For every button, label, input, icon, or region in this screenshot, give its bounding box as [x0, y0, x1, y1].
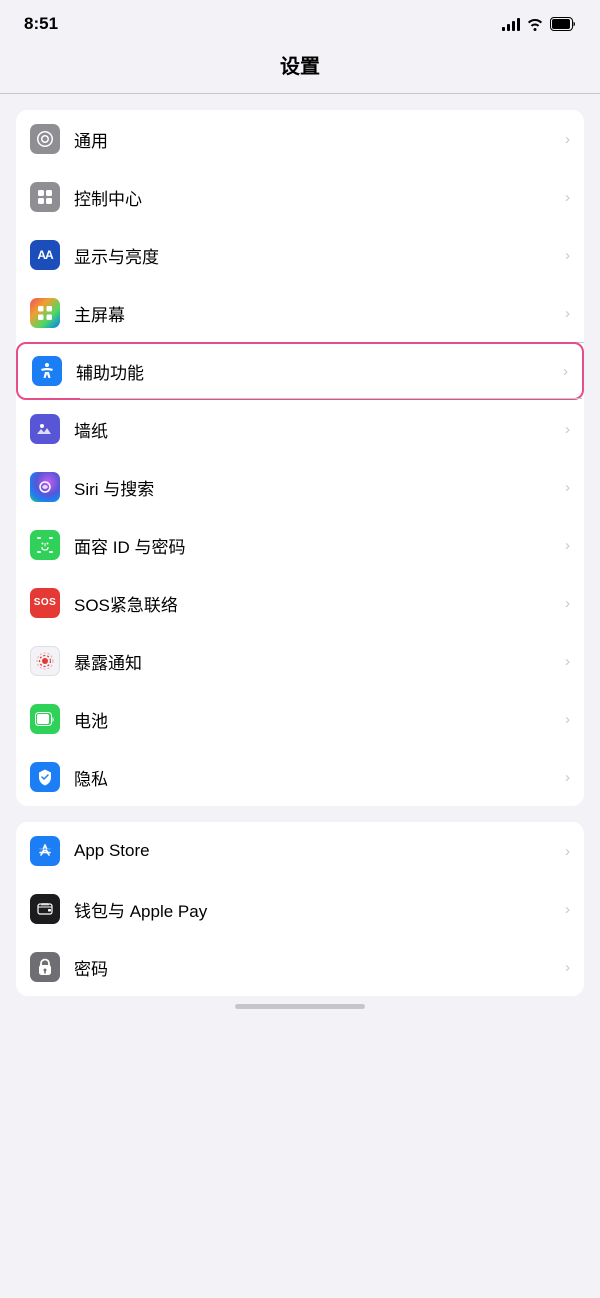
label-wallpaper: 墙纸	[74, 417, 559, 442]
row-passwords[interactable]: 密码 ›	[16, 938, 584, 996]
row-wallpaper[interactable]: 墙纸 ›	[16, 400, 584, 458]
label-wallet: 钱包与 Apple Pay	[74, 897, 559, 922]
row-control-center[interactable]: 控制中心 ›	[16, 168, 584, 226]
wifi-icon	[526, 17, 544, 31]
label-privacy: 隐私	[74, 765, 559, 790]
row-homescreen[interactable]: 主屏幕 ›	[16, 284, 584, 342]
chevron-exposure: ›	[565, 653, 570, 670]
label-display: 显示与亮度	[74, 243, 559, 268]
row-general[interactable]: 通用 ›	[16, 110, 584, 168]
row-appstore[interactable]: App Store ›	[16, 822, 584, 880]
label-exposure: 暴露通知	[74, 649, 559, 674]
row-faceid[interactable]: 面容 ID 与密码 ›	[16, 516, 584, 574]
icon-siri	[30, 472, 60, 502]
icon-control-center	[30, 182, 60, 212]
icon-homescreen	[30, 298, 60, 328]
chevron-battery: ›	[565, 711, 570, 728]
icon-privacy	[30, 762, 60, 792]
row-battery[interactable]: 电池 ›	[16, 690, 584, 748]
label-general: 通用	[74, 127, 559, 152]
chevron-display: ›	[565, 247, 570, 264]
chevron-appstore: ›	[565, 843, 570, 860]
icon-exposure	[30, 646, 60, 676]
label-sos: SOS紧急联络	[74, 591, 559, 616]
icon-wallet	[30, 894, 60, 924]
icon-general	[30, 124, 60, 154]
settings-section-2: App Store › 钱包与 Apple Pay › 密码	[16, 822, 584, 996]
chevron-wallpaper: ›	[565, 421, 570, 438]
chevron-sos: ›	[565, 595, 570, 612]
chevron-general: ›	[565, 131, 570, 148]
label-control-center: 控制中心	[74, 185, 559, 210]
status-bar: 8:51	[0, 0, 600, 42]
chevron-privacy: ›	[565, 769, 570, 786]
label-accessibility: 辅助功能	[76, 359, 557, 384]
row-sos[interactable]: SOS SOS紧急联络 ›	[16, 574, 584, 632]
icon-display: AA	[30, 240, 60, 270]
icon-appstore	[30, 836, 60, 866]
status-icons	[502, 17, 576, 31]
row-privacy[interactable]: 隐私 ›	[16, 748, 584, 806]
row-display[interactable]: AA 显示与亮度 ›	[16, 226, 584, 284]
page-title-bar: 设置	[0, 42, 600, 93]
icon-sos: SOS	[30, 588, 60, 618]
chevron-siri: ›	[565, 479, 570, 496]
icon-wallpaper	[30, 414, 60, 444]
section-divider-top	[0, 93, 600, 94]
label-appstore: App Store	[74, 841, 559, 861]
icon-faceid	[30, 530, 60, 560]
row-wallet[interactable]: 钱包与 Apple Pay ›	[16, 880, 584, 938]
home-bar	[235, 1004, 365, 1009]
chevron-faceid: ›	[565, 537, 570, 554]
chevron-control-center: ›	[565, 189, 570, 206]
label-passwords: 密码	[74, 955, 559, 980]
home-indicator	[0, 996, 600, 1013]
icon-accessibility	[32, 356, 62, 386]
icon-battery	[30, 704, 60, 734]
row-accessibility[interactable]: 辅助功能 ›	[16, 342, 584, 400]
label-faceid: 面容 ID 与密码	[74, 533, 559, 558]
row-siri[interactable]: Siri 与搜索 ›	[16, 458, 584, 516]
chevron-passwords: ›	[565, 959, 570, 976]
icon-passwords	[30, 952, 60, 982]
label-battery: 电池	[74, 707, 559, 732]
chevron-accessibility: ›	[563, 363, 568, 380]
chevron-wallet: ›	[565, 901, 570, 918]
battery-icon	[550, 17, 576, 31]
signal-icon	[502, 17, 520, 31]
label-homescreen: 主屏幕	[74, 301, 559, 326]
label-siri: Siri 与搜索	[74, 475, 559, 500]
chevron-homescreen: ›	[565, 305, 570, 322]
page-title: 设置	[280, 56, 320, 78]
status-time: 8:51	[24, 14, 58, 34]
row-exposure[interactable]: 暴露通知 ›	[16, 632, 584, 690]
settings-section-1: 通用 › 控制中心 › AA 显示与亮度 ›	[16, 110, 584, 806]
